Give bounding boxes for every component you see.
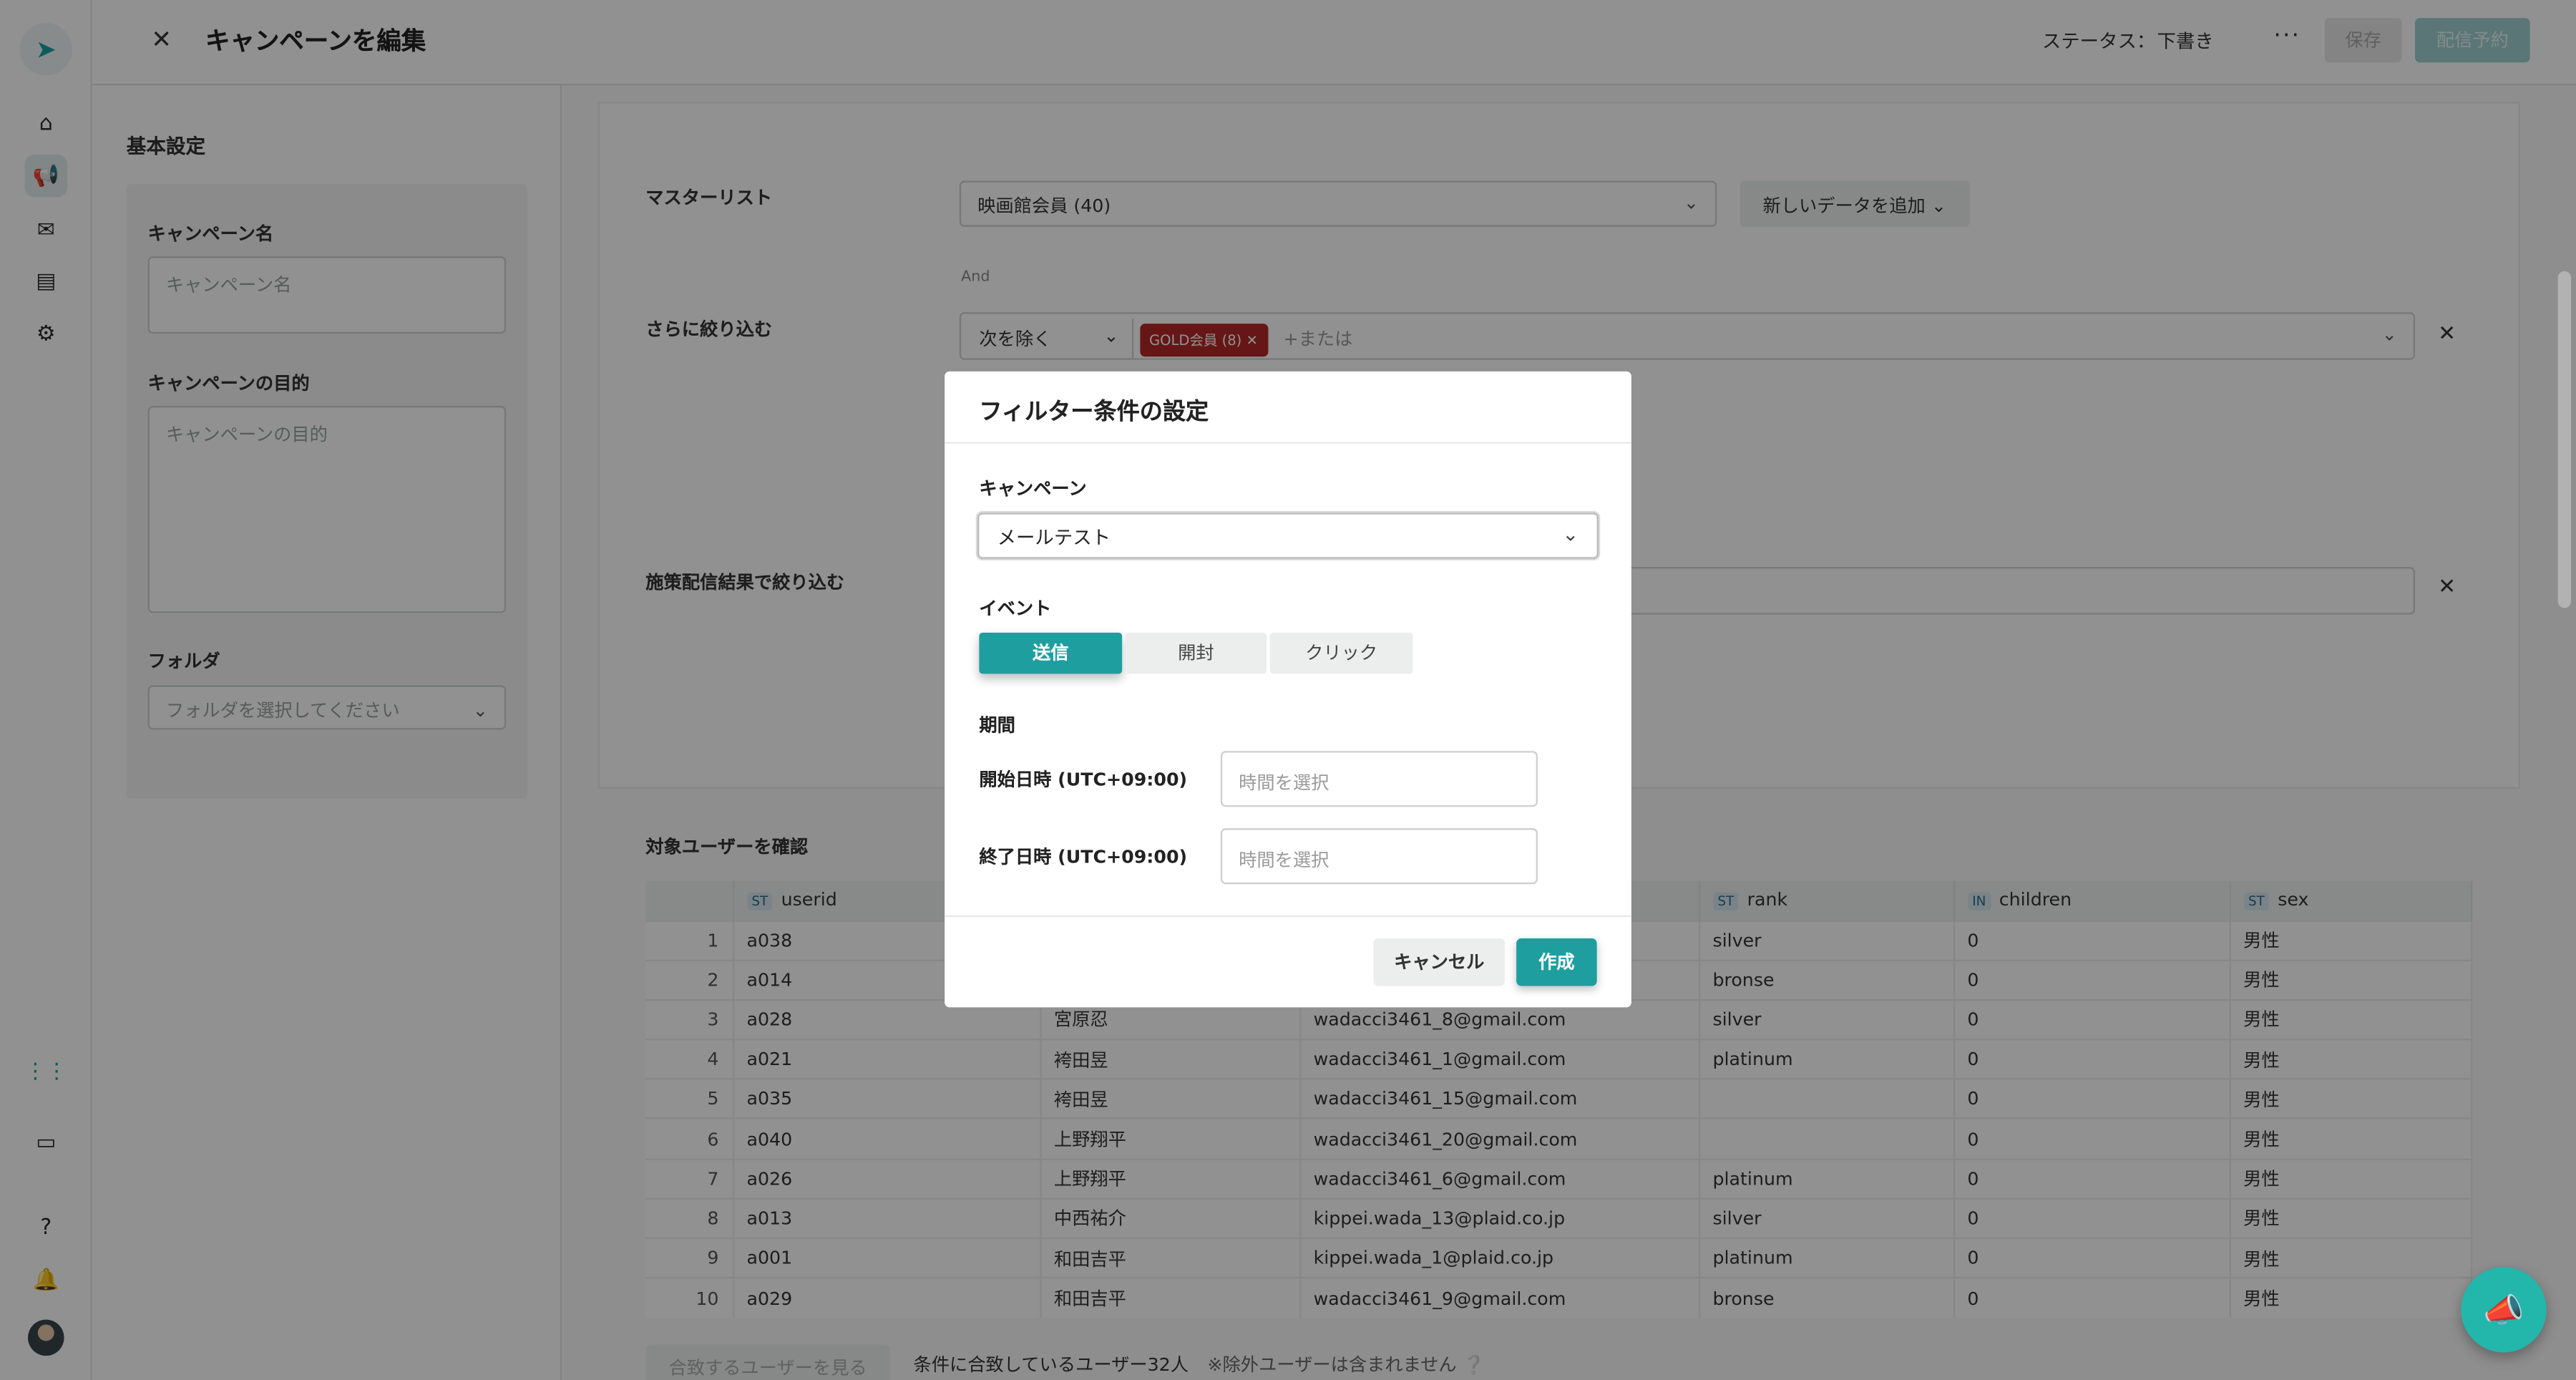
campaign-select[interactable]: メールテスト ⌄	[977, 512, 1599, 559]
cancel-button[interactable]: キャンセル	[1373, 938, 1506, 986]
divider	[945, 915, 1631, 918]
scrollbar[interactable]	[2557, 271, 2572, 608]
announcement-button[interactable]: 📣	[2461, 1267, 2547, 1353]
event-label: イベント	[979, 598, 1052, 620]
campaign-label: キャンペーン	[979, 478, 1087, 500]
campaign-value: メールテスト	[997, 525, 1111, 549]
event-open-tab[interactable]: 開封	[1125, 632, 1267, 674]
end-date-input[interactable]: 時間を選択	[1220, 828, 1538, 885]
end-date-label: 終了日時 (UTC+09:00)	[979, 846, 1188, 868]
megaphone-icon: 📣	[2483, 1290, 2524, 1330]
filter-modal: フィルター条件の設定 キャンペーン メールテスト ⌄ イベント 送信 開封 クリ…	[945, 371, 1631, 1008]
start-date-label: 開始日時 (UTC+09:00)	[979, 769, 1188, 791]
period-label: 期間	[979, 714, 1015, 737]
create-button[interactable]: 作成	[1516, 938, 1597, 986]
start-date-input[interactable]: 時間を選択	[1220, 751, 1538, 807]
modal-title: フィルター条件の設定	[979, 399, 1209, 426]
event-click-tab[interactable]: クリック	[1269, 632, 1413, 674]
event-send-tab[interactable]: 送信	[979, 632, 1123, 674]
divider	[945, 442, 1631, 444]
chevron-down-icon: ⌄	[1562, 523, 1579, 546]
